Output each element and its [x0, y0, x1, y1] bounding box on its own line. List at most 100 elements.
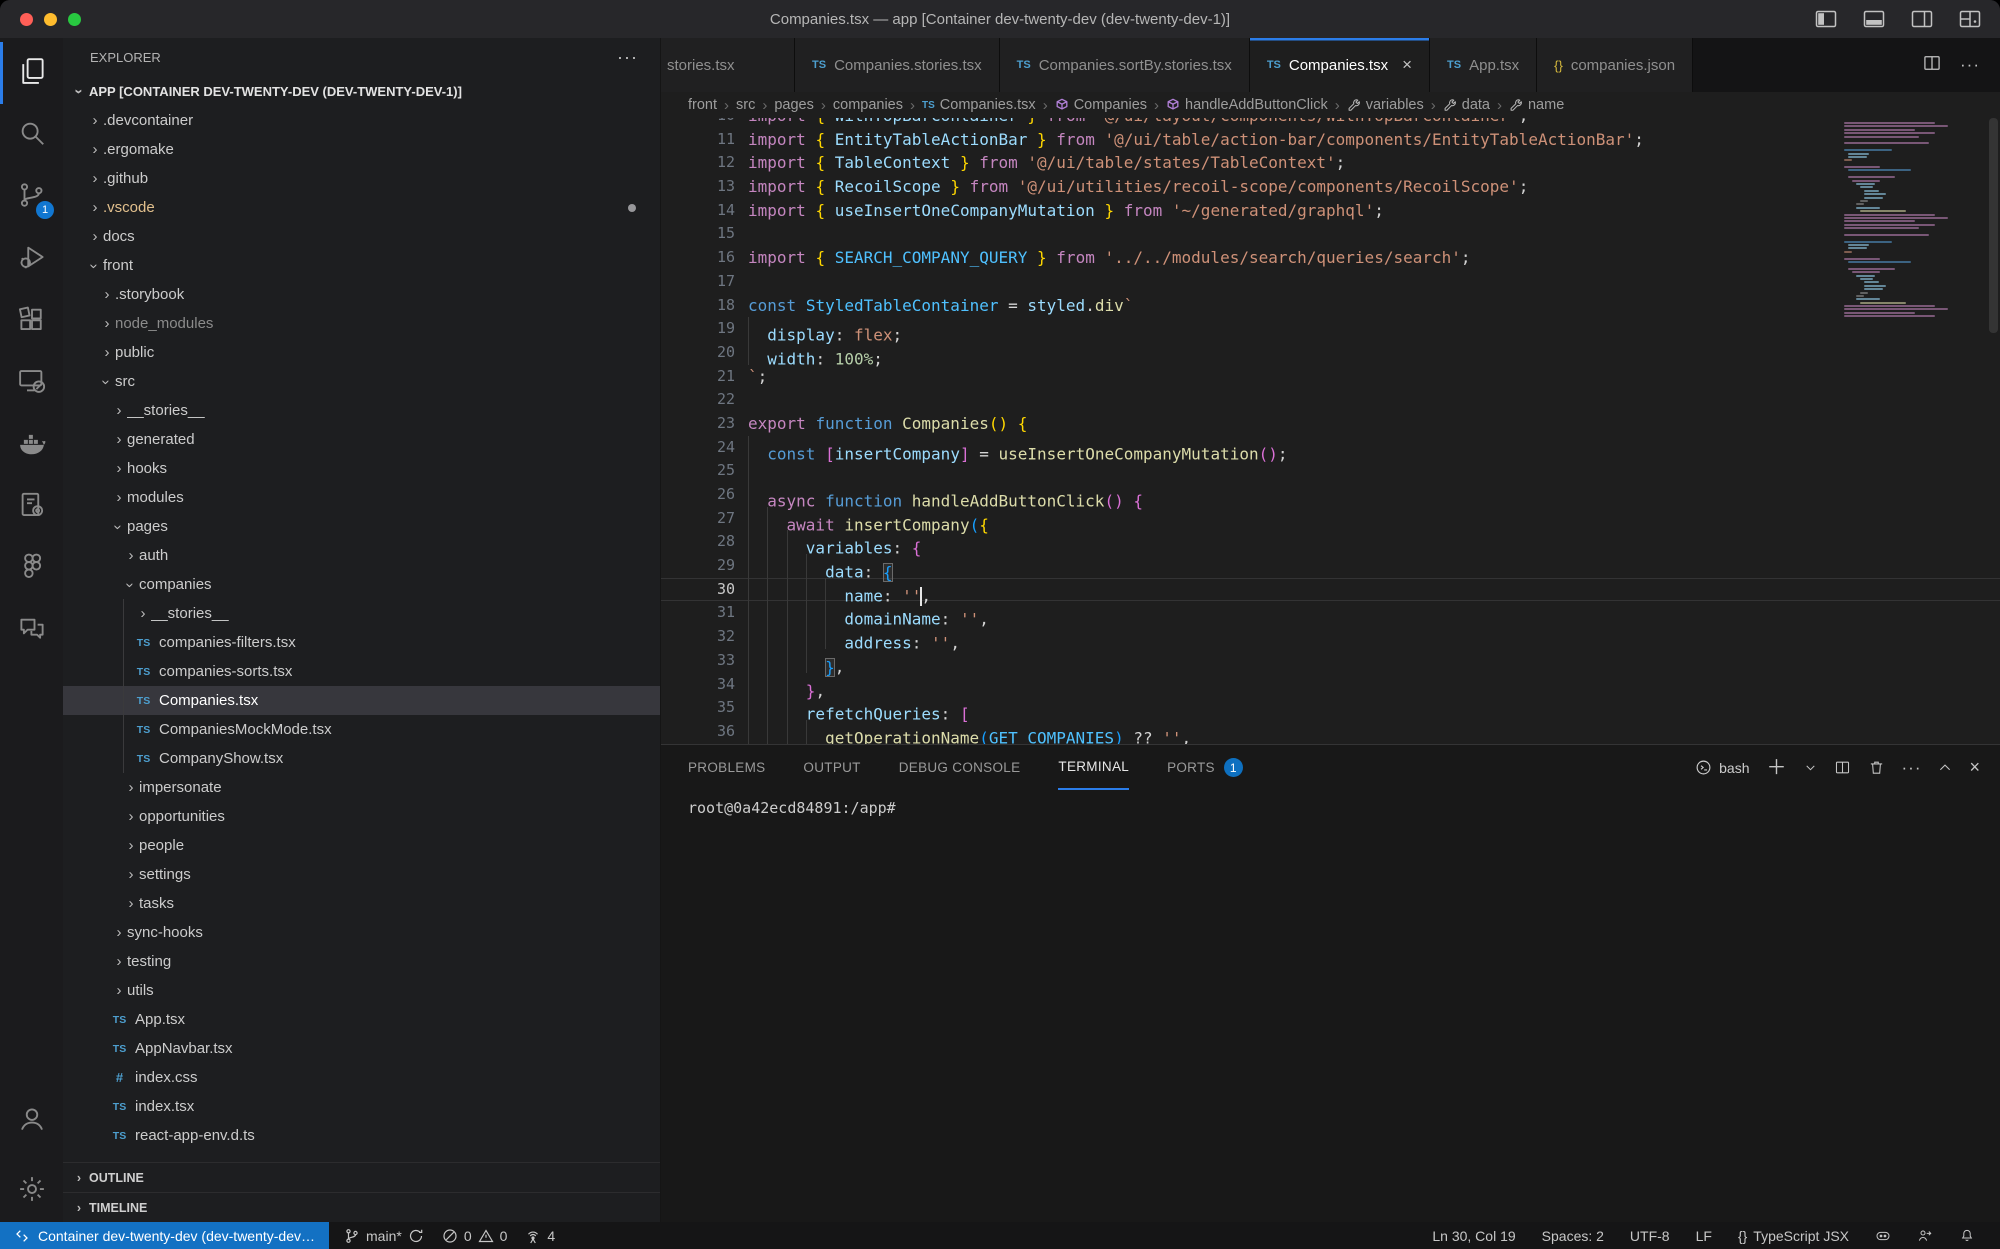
close-window-button[interactable]	[20, 13, 33, 26]
tree-folder--ergomake[interactable]: ›.ergomake	[63, 135, 660, 164]
code-line-17[interactable]: 17	[661, 270, 2000, 294]
tree-folder--github[interactable]: ›.github	[63, 164, 660, 193]
code-line-23[interactable]: 23export function Companies() {	[661, 412, 2000, 436]
code-line-24[interactable]: 24const [insertCompany] = useInsertOneCo…	[661, 436, 2000, 460]
panel-more-actions-icon[interactable]: ···	[1902, 758, 1922, 778]
activity-accounts[interactable]	[0, 1090, 63, 1160]
tree-folder-generated[interactable]: ›generated	[63, 425, 660, 454]
tree-folder-modules[interactable]: ›modules	[63, 483, 660, 512]
lay-left-icon[interactable]	[1814, 7, 1838, 36]
tree-folder-utils[interactable]: ›utils	[63, 976, 660, 1005]
tree-file-companyshow-tsx[interactable]: TSCompanyShow.tsx	[63, 744, 660, 773]
timeline-section[interactable]: › TIMELINE	[63, 1192, 660, 1222]
code-line-25[interactable]: 25	[661, 459, 2000, 483]
activity-search[interactable]	[0, 104, 63, 166]
code-line-18[interactable]: 18const StyledTableContainer = styled.di…	[661, 294, 2000, 318]
code-line-36[interactable]: 36getOperationName(GET_COMPANIES) ?? '',	[661, 720, 2000, 744]
tree-folder-hooks[interactable]: ›hooks	[63, 454, 660, 483]
tree-file-index-css[interactable]: #index.css	[63, 1063, 660, 1092]
tree-file-app-tsx[interactable]: TSApp.tsx	[63, 1005, 660, 1034]
activity-extensions[interactable]	[0, 290, 63, 352]
split-editor-icon[interactable]	[1922, 53, 1942, 78]
code-line-21[interactable]: 21`;	[661, 365, 2000, 389]
code-line-34[interactable]: 34},	[661, 673, 2000, 697]
copilot-status[interactable]	[1862, 1228, 1904, 1244]
code-line-31[interactable]: 31domainName: '',	[661, 601, 2000, 625]
panel-tab-problems[interactable]: PROBLEMS	[688, 745, 765, 790]
breadcrumb-item-front[interactable]: front	[688, 97, 717, 113]
code-line-10[interactable]: 10import { WithTopBarContainer } from '@…	[661, 118, 2000, 128]
code-line-27[interactable]: 27await insertCompany({	[661, 507, 2000, 531]
close-tab-icon[interactable]: ×	[1402, 55, 1412, 75]
editor-scrollbar[interactable]	[1986, 118, 2000, 744]
code-line-12[interactable]: 12import { TableContext } from '@/ui/tab…	[661, 151, 2000, 175]
tree-folder-sync-hooks[interactable]: ›sync-hooks	[63, 918, 660, 947]
encoding-setting[interactable]: UTF-8	[1617, 1228, 1683, 1244]
code-line-13[interactable]: 13import { RecoilScope } from '@/ui/util…	[661, 175, 2000, 199]
tree-folder-tasks[interactable]: ›tasks	[63, 889, 660, 918]
git-branch-status[interactable]: main*	[335, 1222, 433, 1249]
maximize-panel-icon[interactable]	[1938, 761, 1952, 775]
tree-file-appnavbar-tsx[interactable]: TSAppNavbar.tsx	[63, 1034, 660, 1063]
new-terminal-button[interactable]: ＋	[1767, 758, 1787, 778]
code-line-19[interactable]: 19display: flex;	[661, 317, 2000, 341]
indentation-setting[interactable]: Spaces: 2	[1529, 1228, 1617, 1244]
notifications-status[interactable]	[1946, 1228, 1988, 1244]
breadcrumb-item-handleaddbuttonclick[interactable]: handleAddButtonClick	[1166, 97, 1328, 113]
outline-section[interactable]: › OUTLINE	[63, 1162, 660, 1192]
problems-status[interactable]: 0 0	[433, 1222, 517, 1249]
code-line-20[interactable]: 20width: 100%;	[661, 341, 2000, 365]
tree-folder-opportunities[interactable]: ›opportunities	[63, 802, 660, 831]
tree-folder-auth[interactable]: ›auth	[63, 541, 660, 570]
split-terminal-icon[interactable]	[1834, 759, 1851, 776]
panel-tab-debug-console[interactable]: DEBUG CONSOLE	[899, 745, 1021, 790]
code-line-26[interactable]: 26async function handleAddButtonClick() …	[661, 483, 2000, 507]
tree-folder-front[interactable]: ›front	[63, 251, 660, 280]
activity-figma[interactable]	[0, 538, 63, 600]
activity-explorer[interactable]	[0, 42, 63, 104]
terminal-shell-selector[interactable]: bash	[1695, 759, 1749, 776]
lay-grid-icon[interactable]	[1958, 7, 1982, 36]
tab-companies-sortby-stories-tsx[interactable]: TSCompanies.sortBy.stories.tsx	[1000, 38, 1250, 92]
minimize-window-button[interactable]	[44, 13, 57, 26]
lay-split-icon[interactable]	[1910, 7, 1934, 36]
tab-companies-tsx[interactable]: TSCompanies.tsx×	[1250, 38, 1430, 92]
minimap[interactable]	[1844, 122, 1982, 319]
tree-folder-settings[interactable]: ›settings	[63, 860, 660, 889]
code-line-14[interactable]: 14import { useInsertOneCompanyMutation }…	[661, 199, 2000, 223]
activity-docker[interactable]	[0, 414, 63, 476]
tree-folder-src[interactable]: ›src	[63, 367, 660, 396]
activity-run-and-debug[interactable]	[0, 228, 63, 290]
workspace-section-header[interactable]: › APP [CONTAINER DEV-TWENTY-DEV (DEV-TWE…	[63, 76, 660, 106]
panel-tab-ports[interactable]: PORTS1	[1167, 745, 1243, 790]
language-mode[interactable]: {} TypeScript JSX	[1725, 1228, 1862, 1244]
breadcrumb-item-name[interactable]: name	[1509, 97, 1564, 113]
cursor-position[interactable]: Ln 30, Col 19	[1419, 1228, 1528, 1244]
panel-tab-output[interactable]: OUTPUT	[803, 745, 860, 790]
tree-folder-impersonate[interactable]: ›impersonate	[63, 773, 660, 802]
tab-app-tsx[interactable]: TSApp.tsx	[1430, 38, 1537, 92]
breadcrumb-item-variables[interactable]: variables	[1347, 97, 1424, 113]
code-line-22[interactable]: 22	[661, 388, 2000, 412]
breadcrumb-item-companies[interactable]: companies	[833, 97, 903, 113]
tree-folder-people[interactable]: ›people	[63, 831, 660, 860]
tree-folder--stories-[interactable]: ›__stories__	[63, 396, 660, 425]
tree-folder--vscode[interactable]: ›.vscode	[63, 193, 660, 222]
breadcrumb-item-companies[interactable]: Companies	[1055, 97, 1147, 113]
tree-folder-node-modules[interactable]: ›node_modules	[63, 309, 660, 338]
code-line-33[interactable]: 33},	[661, 649, 2000, 673]
code-editor[interactable]: 10import { WithTopBarContainer } from '@…	[661, 118, 2000, 744]
eol-setting[interactable]: LF	[1683, 1228, 1725, 1244]
remote-indicator[interactable]: Container dev-twenty-dev (dev-twenty-dev…	[0, 1222, 329, 1249]
ports-status[interactable]: 4	[516, 1222, 564, 1249]
tree-folder--stories-[interactable]: ›__stories__	[63, 599, 660, 628]
zoom-window-button[interactable]	[68, 13, 81, 26]
code-line-11[interactable]: 11import { EntityTableActionBar } from '…	[661, 128, 2000, 152]
tree-file-companies-sorts-tsx[interactable]: TScompanies-sorts.tsx	[63, 657, 660, 686]
code-line-28[interactable]: 28variables: {	[661, 530, 2000, 554]
activity-comments[interactable]	[0, 600, 63, 662]
activity-remote-explorer[interactable]	[0, 352, 63, 414]
terminal-output[interactable]: root@0a42ecd84891:/app#	[661, 790, 2000, 1222]
code-line-32[interactable]: 32address: '',	[661, 625, 2000, 649]
activity-dev-container-tools[interactable]	[0, 476, 63, 538]
